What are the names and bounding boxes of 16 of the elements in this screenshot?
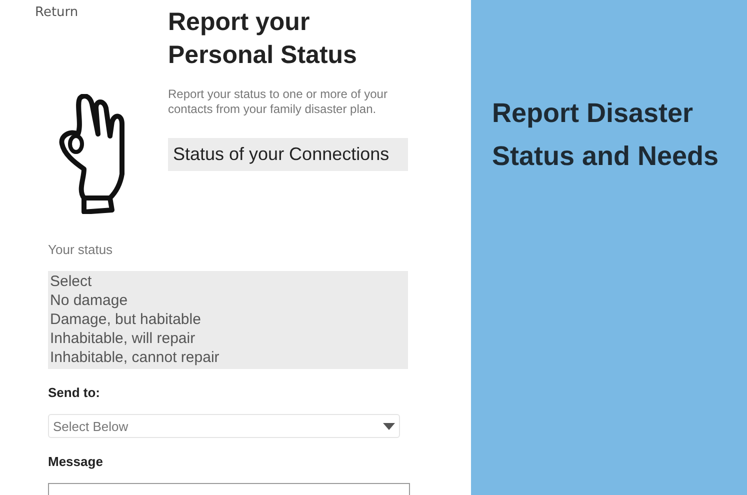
connections-button[interactable]: Status of your Connections: [168, 138, 408, 171]
description-text: Report your status to one or more of your contacts from your family disaster plan.: [168, 87, 388, 117]
caret-icon: [383, 422, 395, 430]
send-to-label: Send to:: [48, 385, 101, 400]
send-to-dropdown[interactable]: Select Below: [48, 414, 400, 438]
status-option[interactable]: No damage: [50, 291, 408, 310]
status-option[interactable]: Select: [50, 272, 408, 291]
return-link[interactable]: Return: [35, 5, 78, 20]
side-heading: Report Disaster Status and Needs: [492, 97, 720, 173]
status-label: Your status: [48, 242, 114, 257]
page-title: Report your Personal Status: [168, 7, 358, 71]
status-option[interactable]: Inhabitable, cannot repair: [50, 348, 408, 367]
status-option[interactable]: Inhabitable, will repair: [50, 329, 408, 348]
status-option[interactable]: Damage, but habitable: [50, 310, 408, 329]
message-label: Message: [48, 454, 104, 469]
status-listbox[interactable]: Select No damage Damage, but habitable Inhabitable, will repair Inhabitable, cannot repair: [48, 271, 408, 369]
